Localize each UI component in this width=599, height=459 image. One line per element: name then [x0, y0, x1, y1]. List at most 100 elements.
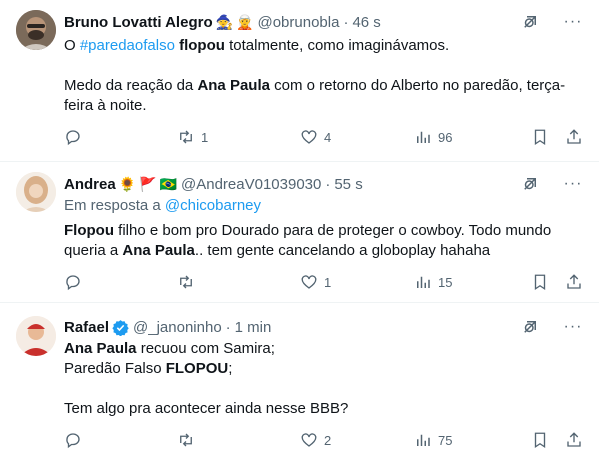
- share-icon: [567, 274, 581, 289]
- views-button[interactable]: 96: [414, 127, 452, 147]
- retweet-button[interactable]: [177, 272, 201, 292]
- name-emoji: 🧙: [215, 14, 234, 30]
- heart-icon: [301, 275, 317, 289]
- views-icon: [417, 434, 430, 446]
- mention-link[interactable]: @chicobarney: [165, 197, 261, 214]
- timestamp[interactable]: 1 min: [235, 319, 272, 336]
- views-button[interactable]: 75: [414, 430, 452, 450]
- bookmark-button[interactable]: [531, 127, 549, 147]
- retweet-icon: [180, 275, 192, 289]
- avatar-image: [16, 316, 56, 356]
- text-span: Tem algo pra acontecer ainda nesse BBB?: [64, 400, 349, 417]
- separator-dot: ·: [325, 175, 331, 193]
- views-icon: [417, 131, 430, 143]
- tweet[interactable]: Bruno Lovatti Alegro 🧙 🧝 @obrunobla · 46…: [0, 0, 599, 162]
- reply-icon: [66, 275, 80, 291]
- share-button[interactable]: [565, 272, 583, 292]
- views-count: 75: [438, 432, 453, 448]
- grok-icon[interactable]: [521, 175, 539, 193]
- avatar[interactable]: [16, 172, 56, 212]
- name-emoji: 🧝: [236, 14, 254, 30]
- heart-icon: [301, 130, 317, 144]
- views-count: 96: [438, 129, 453, 145]
- like-button[interactable]: 2: [300, 430, 331, 450]
- views-icon: [417, 276, 430, 288]
- bookmark-button[interactable]: [531, 272, 549, 292]
- like-button[interactable]: 4: [300, 127, 331, 147]
- tweet-header: Andrea 🌻 🚩 🇧🇷 @AndreaV01039030 · 55 s ··…: [64, 174, 583, 194]
- bookmark-icon: [534, 274, 546, 291]
- reply-button[interactable]: [64, 430, 88, 450]
- bold-text: Ana Paula: [122, 242, 195, 259]
- tweet[interactable]: Andrea 🌻 🚩 🇧🇷 @AndreaV01039030 · 55 s ··…: [0, 162, 599, 303]
- text-span: totalmente, como imaginávamos.: [224, 37, 450, 54]
- avatar[interactable]: [16, 316, 56, 356]
- avatar-image: [16, 172, 56, 212]
- avatar[interactable]: [16, 10, 56, 50]
- tweet-text: Flopou filho e bom pro Dourado para de p…: [64, 221, 583, 261]
- display-name[interactable]: Andrea: [64, 176, 116, 193]
- replying-label: Em resposta a: [64, 197, 165, 214]
- grok-icon[interactable]: [521, 318, 539, 336]
- action-bar: 1 4 96: [64, 127, 583, 147]
- tweet-line: Flopou filho e bom pro Dourado para de p…: [64, 221, 583, 261]
- grok-icon[interactable]: [521, 13, 539, 31]
- name-emoji: 🚩: [139, 176, 157, 192]
- action-bar: 2 75: [64, 430, 583, 450]
- bookmark-icon: [534, 432, 546, 449]
- text-span: Medo da reação da: [64, 77, 198, 94]
- replying-to: Em resposta a @chicobarney: [64, 196, 583, 216]
- verified-badge-icon[interactable]: [112, 319, 129, 336]
- name-emoji: 🇧🇷: [159, 176, 177, 192]
- like-count: 4: [324, 129, 332, 145]
- tweet-header: Rafael @_janoninho · 1 min ···: [64, 317, 583, 337]
- text-span: ;: [228, 360, 233, 377]
- more-icon[interactable]: ···: [563, 12, 583, 32]
- reply-icon: [66, 433, 80, 449]
- tweet-line: Tem algo pra acontecer ainda nesse BBB?: [64, 399, 583, 419]
- text-span: .. tem gente cancelando a globoplay haha…: [194, 242, 491, 259]
- share-icon: [567, 432, 581, 447]
- reply-button[interactable]: [64, 127, 88, 147]
- retweet-button[interactable]: [177, 430, 201, 450]
- reply-button[interactable]: [64, 272, 88, 292]
- more-icon[interactable]: ···: [563, 317, 583, 337]
- avatar-image: [16, 10, 56, 50]
- more-icon[interactable]: ···: [563, 174, 583, 194]
- display-name[interactable]: Bruno Lovatti Alegro: [64, 14, 213, 31]
- retweet-icon: [180, 433, 192, 447]
- user-handle[interactable]: @obrunobla: [257, 14, 339, 31]
- reply-icon: [66, 130, 80, 146]
- hashtag-link[interactable]: #paredaofalso: [80, 37, 175, 54]
- separator-dot: ·: [225, 318, 231, 336]
- tweet-line: Medo da reação da Ana Paula com o retorn…: [64, 76, 583, 116]
- text-span: O: [64, 37, 80, 54]
- action-bar: 1 15: [64, 272, 583, 292]
- share-button[interactable]: [565, 127, 583, 147]
- tweet-header: Bruno Lovatti Alegro 🧙 🧝 @obrunobla · 46…: [64, 12, 583, 32]
- bookmark-button[interactable]: [531, 430, 549, 450]
- bold-text: flopou: [179, 37, 225, 54]
- user-handle[interactable]: @_janoninho: [133, 319, 222, 336]
- retweet-icon: [180, 130, 192, 144]
- timestamp[interactable]: 46 s: [352, 14, 380, 31]
- like-count: 1: [324, 274, 332, 290]
- tweet-text: Ana Paula recuou com Samira; Paredão Fal…: [64, 339, 583, 419]
- retweet-button[interactable]: 1: [177, 127, 208, 147]
- share-button[interactable]: [565, 430, 583, 450]
- tweet-text: O #paredaofalso flopou totalmente, como …: [64, 36, 583, 116]
- heart-icon: [301, 433, 317, 447]
- text-span: recuou com Samira;: [136, 340, 275, 357]
- share-icon: [567, 129, 581, 144]
- tweet-line: Ana Paula recuou com Samira;: [64, 339, 583, 359]
- bookmark-icon: [534, 129, 546, 146]
- like-button[interactable]: 1: [300, 272, 331, 292]
- views-button[interactable]: 15: [414, 272, 452, 292]
- bold-text: Ana Paula: [64, 340, 137, 357]
- tweet[interactable]: Rafael @_janoninho · 1 min ··· Ana Paula…: [0, 303, 599, 459]
- tweet-line: O #paredaofalso flopou totalmente, como …: [64, 36, 583, 56]
- timestamp[interactable]: 55 s: [334, 176, 362, 193]
- display-name[interactable]: Rafael: [64, 319, 109, 336]
- retweet-count: 1: [201, 129, 209, 145]
- user-handle[interactable]: @AndreaV01039030: [181, 176, 321, 193]
